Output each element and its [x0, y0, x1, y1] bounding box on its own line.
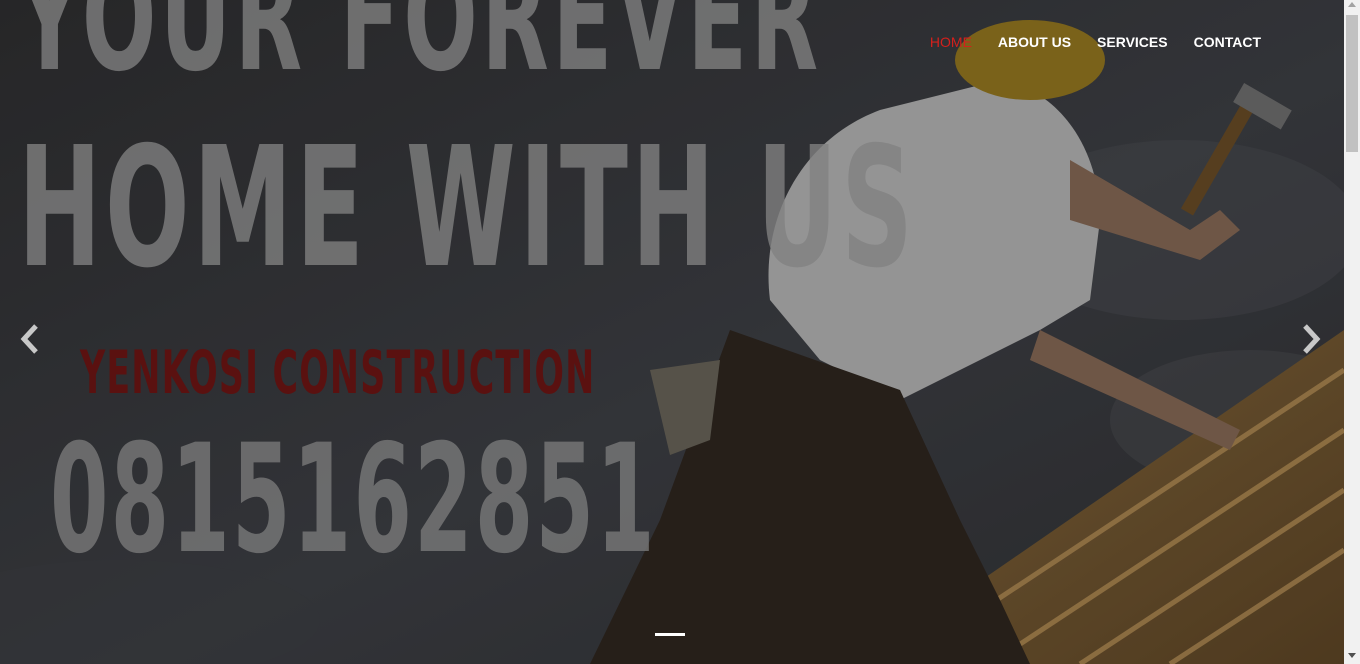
carousel-next-button[interactable] — [1295, 323, 1325, 355]
headline-line-2: HOME WITH US — [18, 112, 917, 305]
chevron-left-icon — [20, 324, 38, 354]
scroll-down-arrow-icon[interactable] — [1348, 653, 1356, 658]
hero-carousel: YOUR FOREVER HOME WITH US YENKOSI CONSTR… — [0, 0, 1344, 664]
carousel-prev-button[interactable] — [16, 323, 46, 355]
page-scrollbar[interactable] — [1344, 0, 1360, 664]
nav-item-contact[interactable]: CONTACT — [1194, 34, 1261, 50]
headline-line-1: YOUR FOREVER — [18, 0, 822, 104]
nav-item-home[interactable]: HOME — [930, 34, 972, 50]
carousel-indicator-active[interactable] — [655, 633, 685, 636]
nav-item-services[interactable]: SERVICES — [1097, 34, 1168, 50]
scroll-thumb[interactable] — [1346, 15, 1358, 152]
nav-item-about-us[interactable]: ABOUT US — [998, 34, 1071, 50]
phone-number: 0815162851 — [50, 413, 657, 587]
brand-name: YENKOSI CONSTRUCTION — [80, 338, 596, 408]
chevron-right-icon — [1303, 324, 1321, 354]
scroll-up-arrow-icon[interactable] — [1348, 2, 1356, 7]
main-nav: HOME ABOUT US SERVICES CONTACT — [930, 34, 1261, 50]
